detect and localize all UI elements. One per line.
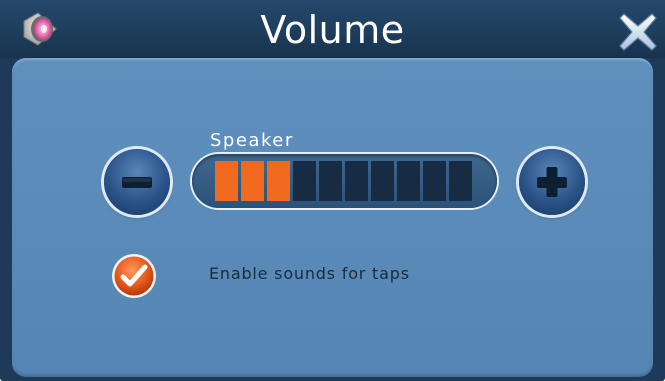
decrease-volume-button[interactable] [104, 149, 170, 215]
plus-icon [537, 167, 567, 197]
volume-segment-empty [423, 161, 446, 201]
volume-segment-empty [449, 161, 472, 201]
title-bar: Volume [0, 0, 665, 58]
volume-segment-empty [371, 161, 394, 201]
speaker-label: Speaker [210, 130, 294, 151]
volume-segment-empty [345, 161, 368, 201]
close-icon[interactable] [618, 12, 658, 52]
volume-segment-empty [319, 161, 342, 201]
volume-segment-filled [241, 161, 264, 201]
volume-window: Volume Speaker Enable sounds for taps [0, 0, 665, 381]
volume-segment-empty [397, 161, 420, 201]
tap-sounds-label: Enable sounds for taps [209, 264, 410, 283]
enable-tap-sounds-checkbox[interactable] [110, 252, 158, 300]
volume-segment-empty [293, 161, 316, 201]
volume-segment-filled [215, 161, 238, 201]
volume-level-bars [215, 161, 472, 201]
window-title: Volume [260, 8, 405, 52]
increase-volume-button[interactable] [519, 149, 585, 215]
volume-panel [12, 58, 653, 377]
speaker-volume-slider[interactable] [192, 154, 497, 208]
minus-icon [122, 177, 152, 188]
volume-segment-filled [267, 161, 290, 201]
